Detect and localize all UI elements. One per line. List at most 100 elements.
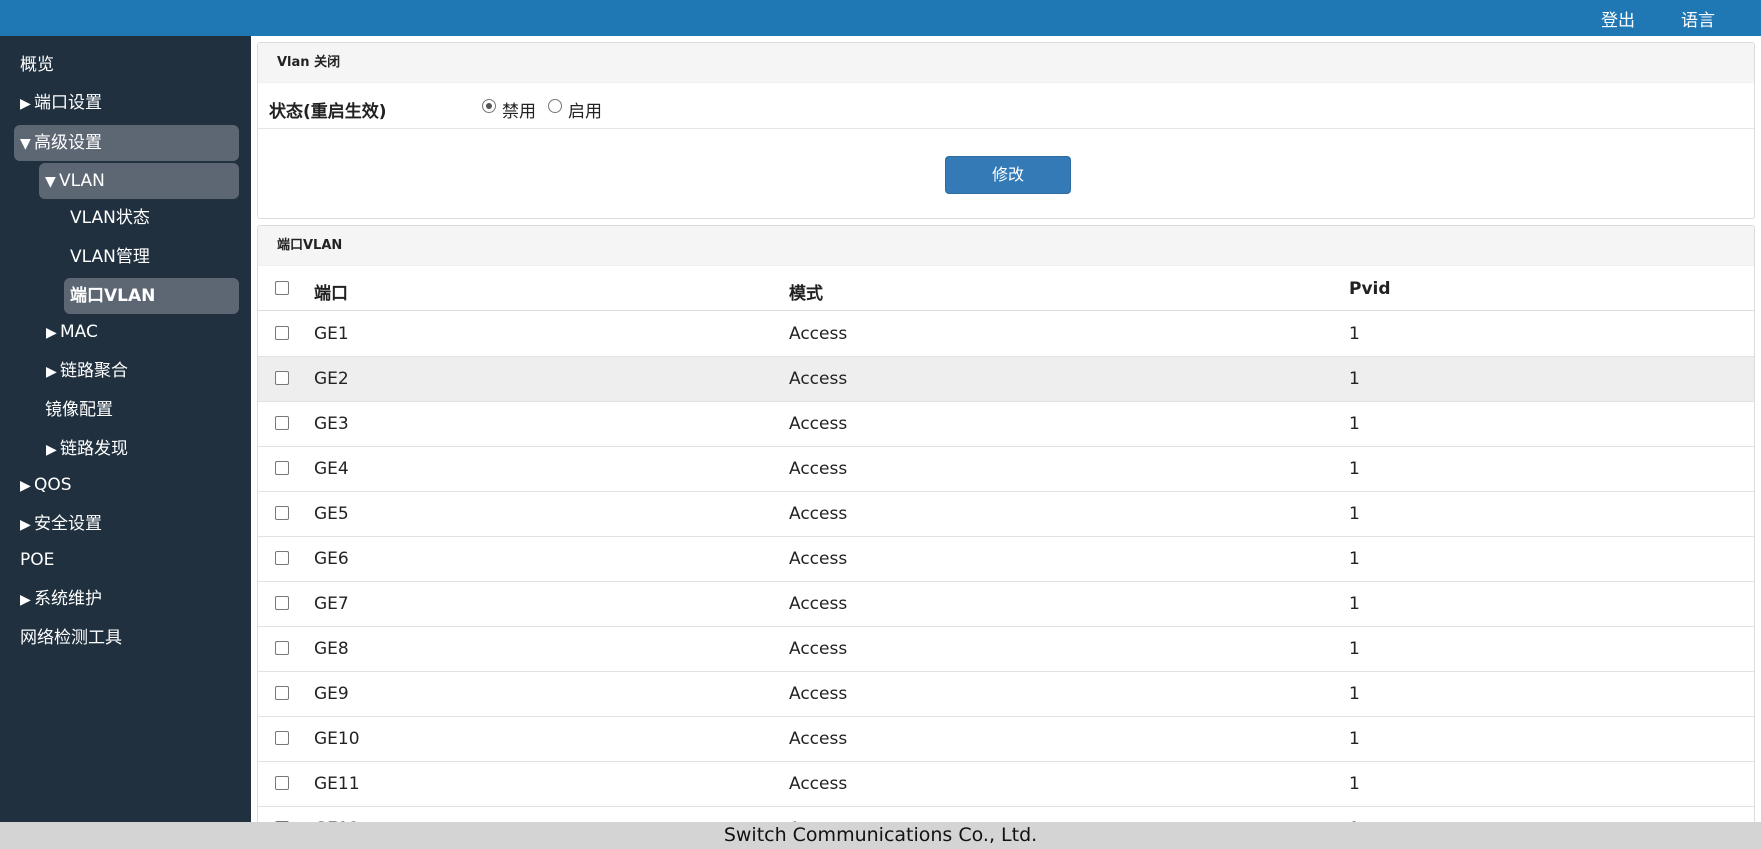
cell-mode: Access bbox=[789, 504, 848, 524]
cell-port: GE7 bbox=[314, 594, 349, 614]
cell-port: GE10 bbox=[314, 729, 360, 749]
sidebar-item-label: 系统维护 bbox=[34, 589, 102, 609]
sidebar-item-qos[interactable]: ▶ QOS bbox=[20, 467, 72, 503]
cell-mode: Access bbox=[789, 684, 848, 704]
table-row[interactable]: GE8 Access 1 bbox=[258, 627, 1754, 672]
row-checkbox[interactable] bbox=[275, 776, 289, 790]
sidebar-item-label: QOS bbox=[34, 475, 72, 495]
disable-radio[interactable] bbox=[482, 99, 496, 113]
cell-mode: Access bbox=[789, 639, 848, 659]
cell-pvid: 1 bbox=[1349, 639, 1360, 659]
sidebar-item-label: 端口设置 bbox=[34, 93, 102, 113]
sidebar-item-security[interactable]: ▶ 安全设置 bbox=[20, 506, 102, 542]
sidebar-item-poe[interactable]: POE bbox=[20, 542, 54, 578]
caret-right-icon: ▶ bbox=[20, 592, 31, 608]
sidebar-item-overview[interactable]: 概览 bbox=[20, 47, 54, 83]
cell-mode: Access bbox=[789, 594, 848, 614]
panel-title: 端口VLAN bbox=[258, 226, 1754, 266]
table-row[interactable]: GE10 Access 1 bbox=[258, 717, 1754, 762]
sidebar-item-port-vlan[interactable]: 端口VLAN bbox=[64, 278, 239, 314]
row-checkbox[interactable] bbox=[275, 731, 289, 745]
table-row[interactable]: GE9 Access 1 bbox=[258, 672, 1754, 717]
sidebar-item-net-tools[interactable]: 网络检测工具 bbox=[20, 620, 122, 656]
sidebar-item-label: POE bbox=[20, 550, 55, 570]
cell-mode: Access bbox=[789, 459, 848, 479]
sidebar-item-label: VLAN bbox=[59, 171, 105, 191]
sidebar-item-label: 高级设置 bbox=[34, 133, 102, 153]
caret-right-icon: ▶ bbox=[46, 364, 57, 380]
sidebar-item-label: 镜像配置 bbox=[45, 400, 113, 420]
sidebar-item-label: 链路聚合 bbox=[60, 361, 128, 381]
logout-link[interactable]: 登出 bbox=[1601, 6, 1635, 31]
vlan-status-panel: Vlan 关闭 状态(重启生效) 禁用 启用 修改 bbox=[257, 42, 1755, 219]
cell-port: GE3 bbox=[314, 414, 349, 434]
table-row[interactable]: GE5 Access 1 bbox=[258, 492, 1754, 537]
sidebar-item-mac[interactable]: ▶ MAC bbox=[46, 314, 98, 350]
caret-down-icon: ▼ bbox=[20, 136, 31, 152]
sidebar-item-vlan-status[interactable]: VLAN状态 bbox=[70, 200, 150, 236]
row-checkbox[interactable] bbox=[275, 596, 289, 610]
sidebar-item-label: VLAN管理 bbox=[70, 247, 150, 267]
table-row[interactable]: GE7 Access 1 bbox=[258, 582, 1754, 627]
cell-port: GE11 bbox=[314, 774, 360, 794]
table-row[interactable]: GE4 Access 1 bbox=[258, 447, 1754, 492]
row-checkbox[interactable] bbox=[275, 416, 289, 430]
modify-button[interactable]: 修改 bbox=[945, 156, 1071, 194]
sidebar-item-vlan-manage[interactable]: VLAN管理 bbox=[70, 239, 150, 275]
cell-pvid: 1 bbox=[1349, 684, 1360, 704]
sidebar-item-link-discovery[interactable]: ▶ 链路发现 bbox=[46, 431, 128, 467]
row-checkbox[interactable] bbox=[275, 506, 289, 520]
column-header-mode: 模式 bbox=[789, 284, 823, 304]
status-label: 状态(重启生效) bbox=[269, 102, 387, 122]
cell-pvid: 1 bbox=[1349, 369, 1360, 389]
enable-radio[interactable] bbox=[548, 99, 562, 113]
table-row[interactable]: GE2 Access 1 bbox=[258, 357, 1754, 402]
disable-radio-label: 禁用 bbox=[502, 102, 536, 122]
cell-pvid: 1 bbox=[1349, 504, 1360, 524]
caret-right-icon: ▶ bbox=[20, 517, 31, 533]
row-checkbox[interactable] bbox=[275, 551, 289, 565]
row-checkbox[interactable] bbox=[275, 371, 289, 385]
cell-pvid: 1 bbox=[1349, 594, 1360, 614]
caret-right-icon: ▶ bbox=[46, 325, 57, 341]
sidebar-item-vlan[interactable]: ▼ VLAN bbox=[39, 163, 239, 199]
sidebar-item-mirror[interactable]: 镜像配置 bbox=[45, 392, 113, 428]
row-checkbox[interactable] bbox=[275, 641, 289, 655]
cell-port: GE5 bbox=[314, 504, 349, 524]
sidebar-item-label: 端口VLAN bbox=[70, 286, 156, 306]
row-checkbox[interactable] bbox=[275, 461, 289, 475]
sidebar-item-sys-maint[interactable]: ▶ 系统维护 bbox=[20, 581, 102, 617]
table-row[interactable]: GE3 Access 1 bbox=[258, 402, 1754, 447]
sidebar-item-advanced[interactable]: ▼ 高级设置 bbox=[14, 125, 239, 161]
table-header: 端口 模式 Pvid bbox=[258, 267, 1754, 311]
cell-port: GE1 bbox=[314, 324, 349, 344]
table-row[interactable]: GE11 Access 1 bbox=[258, 762, 1754, 807]
caret-right-icon: ▶ bbox=[20, 96, 31, 112]
language-link[interactable]: 语言 bbox=[1681, 6, 1715, 31]
cell-port: GE6 bbox=[314, 549, 349, 569]
cell-mode: Access bbox=[789, 369, 848, 389]
cell-pvid: 1 bbox=[1349, 774, 1360, 794]
row-checkbox[interactable] bbox=[275, 326, 289, 340]
sidebar-item-link-agg[interactable]: ▶ 链路聚合 bbox=[46, 353, 128, 389]
cell-pvid: 1 bbox=[1349, 729, 1360, 749]
sidebar-item-label: MAC bbox=[60, 322, 98, 342]
row-checkbox[interactable] bbox=[275, 686, 289, 700]
table-row[interactable]: GE1 Access 1 bbox=[258, 312, 1754, 357]
caret-right-icon: ▶ bbox=[46, 442, 57, 458]
column-header-pvid: Pvid bbox=[1349, 279, 1391, 299]
cell-pvid: 1 bbox=[1349, 549, 1360, 569]
sidebar-item-label: 安全设置 bbox=[34, 514, 102, 534]
footer: Switch Communications Co., Ltd. bbox=[0, 822, 1761, 849]
sidebar-item-label: 网络检测工具 bbox=[20, 628, 122, 648]
table-row[interactable]: GE6 Access 1 bbox=[258, 537, 1754, 582]
cell-mode: Access bbox=[789, 324, 848, 344]
cell-mode: Access bbox=[789, 774, 848, 794]
top-bar: 登出 语言 bbox=[0, 0, 1761, 36]
sidebar-item-label: 概览 bbox=[20, 55, 54, 75]
sidebar-item-label: 链路发现 bbox=[60, 439, 128, 459]
sidebar-item-port-settings[interactable]: ▶ 端口设置 bbox=[20, 85, 102, 121]
select-all-checkbox[interactable] bbox=[275, 281, 289, 295]
cell-pvid: 1 bbox=[1349, 459, 1360, 479]
status-row: 状态(重启生效) 禁用 启用 bbox=[258, 89, 1754, 129]
